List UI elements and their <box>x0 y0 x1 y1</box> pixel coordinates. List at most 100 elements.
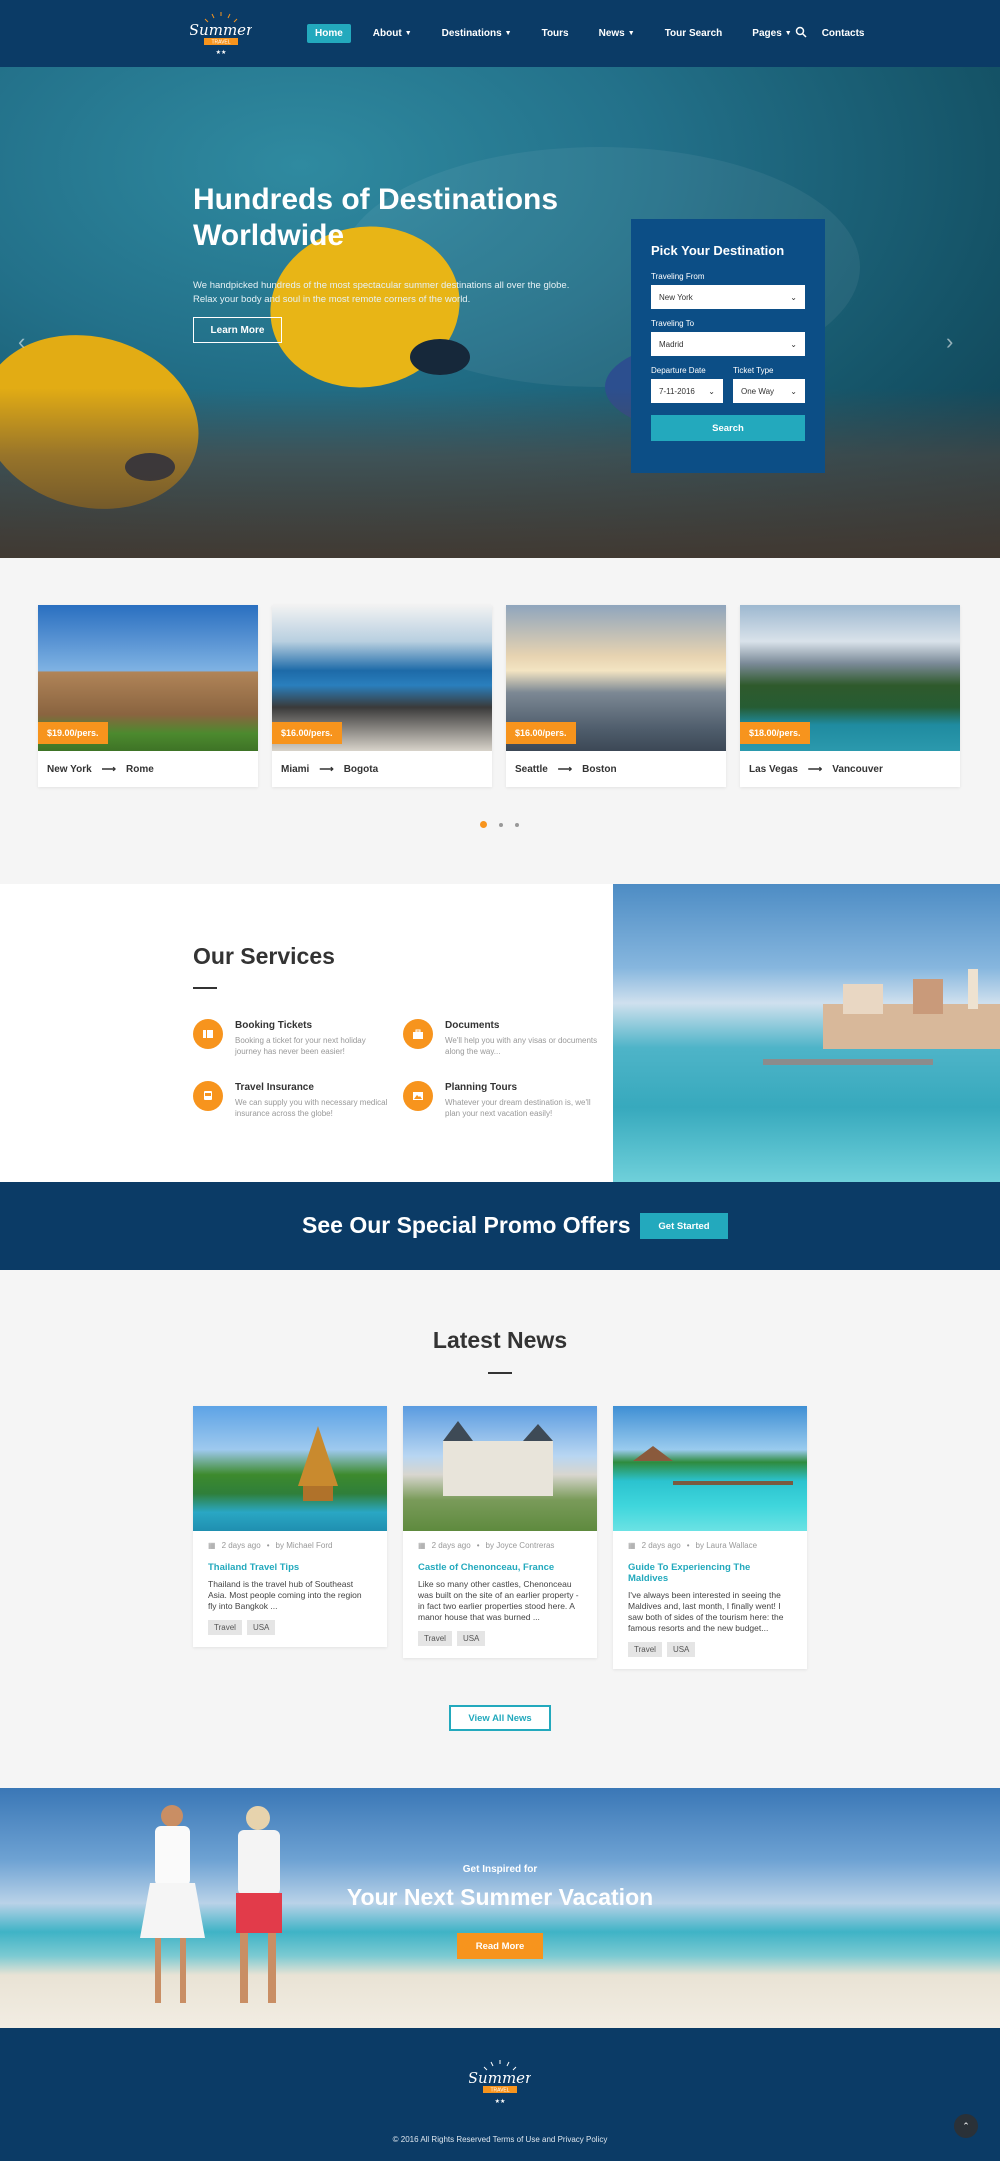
read-more-button[interactable]: Read More <box>457 1933 543 1959</box>
arrow-right-icon: ⟶ <box>319 763 334 775</box>
svg-text:Summer: Summer <box>469 2069 531 2087</box>
tag[interactable]: Travel <box>628 1642 662 1657</box>
separator-dot: • <box>266 1541 270 1550</box>
chevron-right-icon[interactable]: › <box>946 329 953 355</box>
destination-card[interactable]: $19.00/pers. New York ⟶ Rome <box>38 605 258 787</box>
service-item: Planning Tours Whatever your dream destin… <box>403 1081 603 1119</box>
arrow-right-icon: ⟶ <box>557 763 573 775</box>
nav-tours[interactable]: Tours <box>534 24 577 43</box>
chateau-image <box>403 1406 597 1531</box>
news-card[interactable]: ▦ 2 days ago • by Laura Wallace Guide To Ex… <box>613 1406 807 1669</box>
nav-label: Tour Search <box>664 28 723 39</box>
route-from: Seattle <box>515 763 548 775</box>
svg-text:Summer: Summer <box>190 21 252 39</box>
type-label: Ticket Type <box>733 366 774 375</box>
news-tags: Travel USA <box>208 1620 372 1635</box>
price-badge: $19.00/pers. <box>38 722 108 744</box>
search-icon[interactable] <box>795 25 807 43</box>
tag[interactable]: USA <box>666 1642 696 1657</box>
route-to: Vancouver <box>832 763 883 775</box>
chevron-up-icon[interactable]: ⌃ <box>954 2114 978 2138</box>
svg-text:★★: ★★ <box>495 2098 506 2105</box>
site-header: Summer TRAVEL ★★ Home About ▼ Destination… <box>0 0 1000 67</box>
from-select[interactable]: New York ⌄ <box>651 285 805 309</box>
route: Seattle ⟶ Boston <box>506 751 726 787</box>
nav-label: News <box>598 28 625 39</box>
svg-text:TRAVEL: TRAVEL <box>211 40 230 46</box>
service-title: Booking Tickets <box>235 1020 313 1031</box>
carousel-dot[interactable] <box>499 822 503 827</box>
news-card[interactable]: ▦ 2 days ago • by Michael Ford Thailand Tra… <box>193 1406 387 1647</box>
news-item-title[interactable]: Guide To Experiencing The Maldives <box>628 1562 792 1584</box>
tag[interactable]: Travel <box>418 1631 452 1646</box>
news-author[interactable]: by Joyce Contreras <box>486 1541 555 1550</box>
news-tags: Travel USA <box>628 1642 792 1657</box>
promo-text: See Our Special Promo Offers <box>302 1212 631 1238</box>
destination-card[interactable]: $16.00/pers. Seattle ⟶ Boston <box>506 605 726 787</box>
news-card[interactable]: ▦ 2 days ago • by Joyce Contreras Castle of… <box>403 1406 597 1658</box>
nav-news[interactable]: News ▼ <box>591 24 643 43</box>
news-meta: ▦ 2 days ago • by Michael Ford <box>208 1541 372 1550</box>
date-select[interactable]: 7-11-2016 ⌄ <box>651 379 723 403</box>
type-value: One Way <box>741 386 775 396</box>
nav-label: About <box>372 28 402 39</box>
news-meta: ▦ 2 days ago • by Laura Wallace <box>628 1541 792 1550</box>
destination-card[interactable]: $18.00/pers. Las Vegas ⟶ Vancouver <box>740 605 960 787</box>
view-all-news-button[interactable]: View All News <box>449 1705 551 1731</box>
nav-label: Pages <box>752 28 782 39</box>
chevron-down-icon: ⌄ <box>708 386 715 396</box>
type-select[interactable]: One Way ⌄ <box>733 379 805 403</box>
chevron-left-icon[interactable]: ‹ <box>18 329 25 355</box>
carousel-dot[interactable] <box>480 821 487 828</box>
nav-about[interactable]: About ▼ <box>365 24 420 43</box>
learn-more-button[interactable]: Learn More <box>193 317 282 343</box>
destination-card[interactable]: $16.00/pers. Miami ⟶ Bogota <box>272 605 492 787</box>
search-button[interactable]: Search <box>651 415 805 441</box>
route-to: Rome <box>126 763 154 775</box>
news-date: 2 days ago <box>431 1541 471 1550</box>
nav-label: Home <box>315 28 343 39</box>
calendar-icon: ▦ <box>418 1541 426 1550</box>
date-value: 7-11-2016 <box>659 386 695 396</box>
carousel-dots <box>480 821 519 828</box>
chevron-down-icon: ▼ <box>404 30 412 37</box>
news-item-title[interactable]: Thailand Travel Tips <box>208 1562 372 1573</box>
booking-widget: Pick Your Destination Traveling From New… <box>631 219 825 473</box>
tag[interactable]: Travel <box>208 1620 242 1635</box>
inspire-subtitle: Get Inspired for <box>462 1864 538 1875</box>
to-select[interactable]: Madrid ⌄ <box>651 332 805 356</box>
nav-home[interactable]: Home <box>307 24 351 43</box>
news-section: Latest News ▦ 2 days ago • by Michael Ford … <box>0 1270 1000 1788</box>
nav-pages[interactable]: Pages ▼ <box>744 24 799 43</box>
news-date: 2 days ago <box>641 1541 681 1550</box>
price-badge: $18.00/pers. <box>740 722 810 744</box>
news-item-title[interactable]: Castle of Chenonceau, France <box>418 1562 582 1573</box>
to-value: Madrid <box>659 339 684 349</box>
nav-contacts[interactable]: Contacts <box>814 24 873 43</box>
separator-dot: • <box>686 1541 690 1550</box>
tag[interactable]: USA <box>456 1631 486 1646</box>
news-author[interactable]: by Michael Ford <box>276 1541 333 1550</box>
news-meta: ▦ 2 days ago • by Joyce Contreras <box>418 1541 582 1550</box>
get-started-button[interactable]: Get Started <box>640 1213 728 1239</box>
nav-tour-search[interactable]: Tour Search <box>657 24 731 43</box>
nav-destinations[interactable]: Destinations ▼ <box>434 24 520 43</box>
price-badge: $16.00/pers. <box>272 722 342 744</box>
news-author[interactable]: by Laura Wallace <box>696 1541 758 1550</box>
bus-icon <box>193 1081 223 1111</box>
service-title: Documents <box>445 1020 500 1031</box>
summer-logo[interactable]: Summer TRAVEL ★★ <box>189 10 254 58</box>
services-title: Our Services <box>193 943 335 969</box>
coastal-town-image <box>613 884 1000 1182</box>
date-label: Departure Date <box>651 366 706 375</box>
footer-logo[interactable]: Summer TRAVEL ★★ <box>468 2058 533 2108</box>
coral-reef-background <box>0 388 1000 558</box>
chevron-down-icon: ⌄ <box>790 386 797 396</box>
nav-label: Tours <box>541 28 569 39</box>
tag[interactable]: USA <box>246 1620 276 1635</box>
ticket-icon <box>193 1019 223 1049</box>
hero-title: Hundreds of Destinations Worldwide <box>193 183 559 252</box>
from-value: New York <box>659 292 693 302</box>
route: Las Vegas ⟶ Vancouver <box>740 751 960 787</box>
carousel-dot[interactable] <box>515 822 519 827</box>
